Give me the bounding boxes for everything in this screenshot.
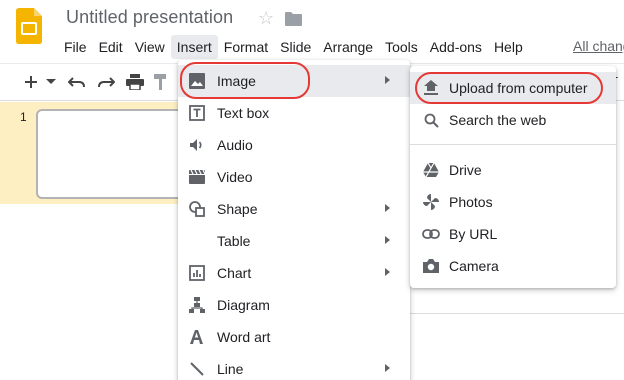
insert-image-item[interactable]: Image <box>178 65 410 97</box>
link-icon <box>422 225 440 243</box>
slide-number: 1 <box>20 110 27 124</box>
menu-edit[interactable]: Edit <box>93 35 129 59</box>
insert-image-label: Image <box>217 73 256 89</box>
search-icon <box>422 111 440 129</box>
photos-item[interactable]: Photos <box>410 186 616 218</box>
insert-table-label: Table <box>217 233 251 249</box>
document-title[interactable]: Untitled presentation <box>66 7 233 28</box>
submenu-arrow-icon <box>385 236 390 244</box>
word-art-icon <box>188 328 206 346</box>
drive-label: Drive <box>449 162 482 178</box>
insert-diagram-item[interactable]: Diagram <box>178 289 410 321</box>
photos-label: Photos <box>449 194 493 210</box>
insert-chart-item[interactable]: Chart <box>178 257 410 289</box>
menu-format[interactable]: Format <box>218 35 274 59</box>
insert-word-art-label: Word art <box>217 329 271 345</box>
menu-file[interactable]: File <box>58 35 93 59</box>
slides-logo-icon[interactable] <box>16 8 42 44</box>
insert-audio-label: Audio <box>217 137 253 153</box>
add-icon[interactable] <box>22 72 40 92</box>
insert-audio-item[interactable]: Audio <box>178 129 410 161</box>
image-submenu: Upload from computer Search the web Driv… <box>410 66 616 288</box>
star-icon[interactable]: ☆ <box>258 9 274 27</box>
video-icon <box>188 168 206 186</box>
insert-shape-label: Shape <box>217 201 258 217</box>
insert-menu: Image Text box Audio Video Shape Table C… <box>178 60 410 380</box>
camera-icon <box>422 257 440 275</box>
submenu-divider <box>410 144 616 145</box>
drive-icon <box>422 161 440 179</box>
menu-tools[interactable]: Tools <box>379 35 424 59</box>
upload-from-computer-item[interactable]: Upload from computer <box>410 72 616 104</box>
upload-from-computer-label: Upload from computer <box>449 80 588 96</box>
redo-icon[interactable] <box>95 72 117 92</box>
menu-arrange[interactable]: Arrange <box>317 35 379 59</box>
drive-item[interactable]: Drive <box>410 154 616 186</box>
submenu-arrow-icon <box>385 268 390 276</box>
paint-format-icon[interactable] <box>152 72 170 92</box>
dropdown-arrow-icon[interactable] <box>44 72 58 92</box>
canvas-divider <box>410 313 624 314</box>
print-icon[interactable] <box>124 72 146 92</box>
chart-icon <box>188 264 206 282</box>
menu-slide[interactable]: Slide <box>274 35 317 59</box>
insert-shape-item[interactable]: Shape <box>178 193 410 225</box>
insert-line-label: Line <box>217 361 244 377</box>
insert-video-label: Video <box>217 169 253 185</box>
menu-help[interactable]: Help <box>488 35 529 59</box>
shape-icon <box>188 200 206 218</box>
folder-icon[interactable] <box>285 12 302 26</box>
by-url-label: By URL <box>449 226 498 242</box>
menu-view[interactable]: View <box>129 35 171 59</box>
menu-insert[interactable]: Insert <box>170 35 218 59</box>
photos-icon <box>422 193 440 211</box>
insert-line-item[interactable]: Line <box>178 353 410 380</box>
line-icon <box>188 360 206 378</box>
insert-text-box-item[interactable]: Text box <box>178 97 410 129</box>
camera-item[interactable]: Camera <box>410 250 616 282</box>
insert-word-art-item[interactable]: Word art <box>178 321 410 353</box>
audio-icon <box>188 136 206 154</box>
all-changes-saved-link[interactable]: All chang <box>573 38 624 54</box>
camera-label: Camera <box>449 258 499 274</box>
insert-chart-label: Chart <box>217 265 252 281</box>
insert-diagram-label: Diagram <box>217 297 270 313</box>
menu-add-ons[interactable]: Add-ons <box>424 35 488 59</box>
diagram-icon <box>188 296 206 314</box>
insert-text-box-label: Text box <box>217 105 270 121</box>
insert-video-item[interactable]: Video <box>178 161 410 193</box>
text-box-icon <box>188 104 206 122</box>
undo-icon[interactable] <box>66 72 88 92</box>
image-icon <box>188 72 206 90</box>
submenu-arrow-icon <box>385 76 390 84</box>
by-url-item[interactable]: By URL <box>410 218 616 250</box>
slides-window: Untitled presentation ☆ File Edit View I… <box>0 0 624 380</box>
search-the-web-label: Search the web <box>449 112 547 128</box>
submenu-arrow-icon <box>385 364 390 372</box>
search-the-web-item[interactable]: Search the web <box>410 104 616 136</box>
insert-table-item[interactable]: Table <box>178 225 410 257</box>
menu-bar: File Edit View Insert Format Slide Arran… <box>58 34 529 60</box>
submenu-arrow-icon <box>385 204 390 212</box>
upload-icon <box>422 79 440 97</box>
